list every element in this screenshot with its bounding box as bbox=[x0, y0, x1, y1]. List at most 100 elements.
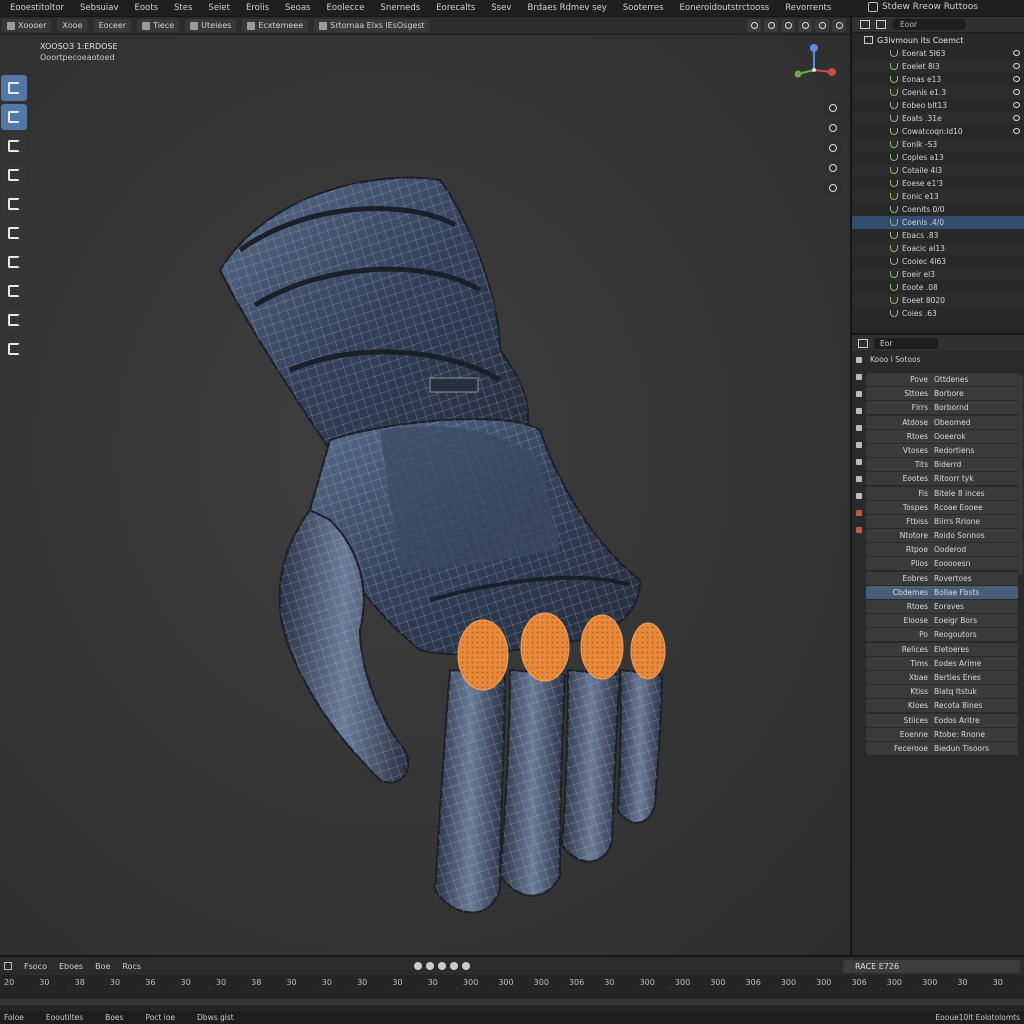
shading-rendered[interactable] bbox=[832, 19, 846, 32]
property-row[interactable]: Tims Eodes Arime bbox=[866, 656, 1018, 670]
outliner-item[interactable]: Eoese e1'3 bbox=[852, 177, 1024, 190]
zoom-button[interactable] bbox=[824, 100, 842, 116]
view-menu-button[interactable]: Eoceer bbox=[93, 19, 132, 32]
property-row[interactable]: Vtoses Redortiens bbox=[866, 443, 1018, 457]
menu-item[interactable]: Stes bbox=[166, 3, 200, 13]
mesh-menu-button[interactable]: Ecxtemeee bbox=[242, 19, 309, 32]
outliner-root-collection[interactable]: G3ivmoun its Coemct bbox=[852, 33, 1024, 47]
menu-item[interactable]: Eooestitoltor bbox=[2, 3, 72, 13]
property-row[interactable]: Rtoes Ooeerok bbox=[866, 429, 1018, 443]
selected-knuckle-face[interactable] bbox=[630, 622, 666, 680]
timeline-menu-item[interactable]: Boe bbox=[95, 962, 110, 971]
menu-item[interactable]: Revorrents bbox=[777, 3, 839, 13]
property-row[interactable]: Ktiss Blatq ltstuk bbox=[866, 685, 1018, 699]
tab-icon[interactable] bbox=[856, 476, 862, 482]
property-row[interactable]: Plios Eooooesn bbox=[866, 557, 1018, 571]
tab-icon[interactable] bbox=[856, 425, 862, 431]
filter-icon[interactable] bbox=[876, 20, 886, 29]
jump-start-icon[interactable] bbox=[414, 962, 422, 970]
editor-type-button[interactable]: Xoooer bbox=[2, 19, 52, 32]
timeline-menu-item[interactable]: Rocs bbox=[122, 962, 141, 971]
pan-button[interactable] bbox=[824, 120, 842, 136]
perspective-button[interactable] bbox=[824, 160, 842, 176]
tab-icon[interactable] bbox=[856, 527, 862, 533]
camera-button[interactable] bbox=[824, 140, 842, 156]
tab-icon[interactable] bbox=[856, 374, 862, 380]
timeline-scrub-bar[interactable] bbox=[0, 999, 1024, 1005]
menu-item[interactable]: Eoneroidoutstrctooss bbox=[672, 3, 778, 13]
property-row[interactable]: Eootes Ritoorr tyk bbox=[866, 472, 1018, 486]
measure-tool[interactable] bbox=[1, 278, 27, 304]
outliner-item[interactable]: Eoerat 5l63 bbox=[852, 47, 1024, 60]
rotate-tool[interactable] bbox=[1, 162, 27, 188]
menu-item[interactable]: Eoots bbox=[126, 3, 166, 13]
property-row[interactable]: Pove Ottdenes bbox=[866, 373, 1018, 386]
menu-item[interactable]: Erolis bbox=[238, 3, 277, 13]
visibility-eye-icon[interactable] bbox=[1013, 115, 1020, 121]
glove-mesh[interactable] bbox=[200, 130, 680, 930]
cursor-tool[interactable] bbox=[1, 104, 27, 130]
select-tool[interactable] bbox=[1, 75, 27, 101]
outliner-item[interactable]: Cowatcoqn:ld10 bbox=[852, 125, 1024, 138]
gizmo-x-handle[interactable] bbox=[828, 68, 836, 76]
step-icon[interactable] bbox=[450, 962, 458, 970]
outliner-item[interactable]: Eonlk -S3 bbox=[852, 138, 1024, 151]
transform-tool[interactable] bbox=[1, 220, 27, 246]
property-row[interactable]: Kloes Recota 8ines bbox=[866, 699, 1018, 713]
property-row[interactable]: Cbdemes Boliae Fbsts bbox=[866, 585, 1018, 599]
add-cube-tool[interactable] bbox=[1, 307, 27, 333]
shading-wireframe[interactable] bbox=[781, 19, 795, 32]
property-row[interactable]: Fecerooe Biedun Tisoors bbox=[866, 741, 1018, 755]
visibility-eye-icon[interactable] bbox=[1013, 102, 1020, 108]
menu-item[interactable]: Eorecalts bbox=[428, 3, 483, 13]
menu-item[interactable]: Eoolecce bbox=[318, 3, 372, 13]
outliner-item[interactable]: Eoote .08 bbox=[852, 281, 1024, 294]
outliner-item[interactable]: Eonas e13 bbox=[852, 73, 1024, 86]
tab-icon[interactable] bbox=[856, 357, 862, 363]
stop-icon[interactable] bbox=[438, 962, 446, 970]
current-frame-field[interactable]: RACE E726 bbox=[843, 960, 1020, 973]
timeline-menu-item[interactable]: Eboes bbox=[59, 962, 83, 971]
menu-item[interactable]: Brdaes Rdmev sey bbox=[519, 3, 614, 13]
outliner-item[interactable]: Cotaile 4l3 bbox=[852, 164, 1024, 177]
menu-item[interactable]: Seoas bbox=[277, 3, 318, 13]
outliner-item[interactable]: Coenits 0/0 bbox=[852, 203, 1024, 216]
property-row[interactable]: Eobres Rovertoes bbox=[866, 571, 1018, 585]
gizmo-y-handle[interactable] bbox=[794, 70, 802, 78]
selected-knuckle-face[interactable] bbox=[580, 614, 624, 680]
jump-end-icon[interactable] bbox=[462, 962, 470, 970]
outliner-item[interactable]: Coenis .4/0 bbox=[852, 216, 1024, 229]
tab-icon[interactable] bbox=[856, 391, 862, 397]
play-icon[interactable] bbox=[426, 962, 434, 970]
selected-knuckle-face[interactable] bbox=[520, 612, 570, 682]
navigation-gizmo[interactable] bbox=[786, 40, 842, 96]
mode-button[interactable]: Xooe bbox=[57, 19, 88, 32]
property-row[interactable]: Eloose Eoeigr Bors bbox=[866, 614, 1018, 628]
select-menu-button[interactable]: Tiece bbox=[137, 19, 180, 32]
tab-icon[interactable] bbox=[856, 493, 862, 499]
menu-item[interactable]: Sooterres bbox=[615, 3, 672, 13]
workspace-selector[interactable]: Stdew Rreow Ruttoos bbox=[867, 2, 978, 12]
property-row[interactable]: Fis Bitele 8 inces bbox=[866, 486, 1018, 500]
add-menu-button[interactable]: Uteiees bbox=[185, 19, 237, 32]
property-row[interactable]: Xbae Berties Enes bbox=[866, 670, 1018, 684]
outliner-item[interactable]: Eoelet 8l3 bbox=[852, 60, 1024, 73]
3d-viewport[interactable]: XOOSO3 1:ERDOSE Ooortpecoeaotoed bbox=[0, 35, 850, 955]
outliner-search-input[interactable]: Eoor bbox=[892, 19, 966, 30]
outliner-display-icon[interactable] bbox=[860, 20, 870, 29]
property-row[interactable]: Flrrs Borbornd bbox=[866, 401, 1018, 415]
timeline-menu-item[interactable]: Fsoco bbox=[24, 962, 47, 971]
outliner-item[interactable]: Coples a13 bbox=[852, 151, 1024, 164]
shading-solid[interactable] bbox=[798, 19, 812, 32]
overlay-toggle[interactable] bbox=[747, 19, 761, 32]
visibility-eye-icon[interactable] bbox=[1013, 128, 1020, 134]
menu-item[interactable]: Ssev bbox=[483, 3, 519, 13]
property-row[interactable]: Eoenne Rtobe: Rnone bbox=[866, 727, 1018, 741]
visibility-eye-icon[interactable] bbox=[1013, 63, 1020, 69]
menu-item[interactable]: Snerneds bbox=[372, 3, 428, 13]
property-row[interactable]: Tits Biderrd bbox=[866, 458, 1018, 472]
property-row[interactable]: Relices Eletoeres bbox=[866, 642, 1018, 656]
scale-tool[interactable] bbox=[1, 191, 27, 217]
visibility-eye-icon[interactable] bbox=[1013, 50, 1020, 56]
tab-icon[interactable] bbox=[856, 442, 862, 448]
